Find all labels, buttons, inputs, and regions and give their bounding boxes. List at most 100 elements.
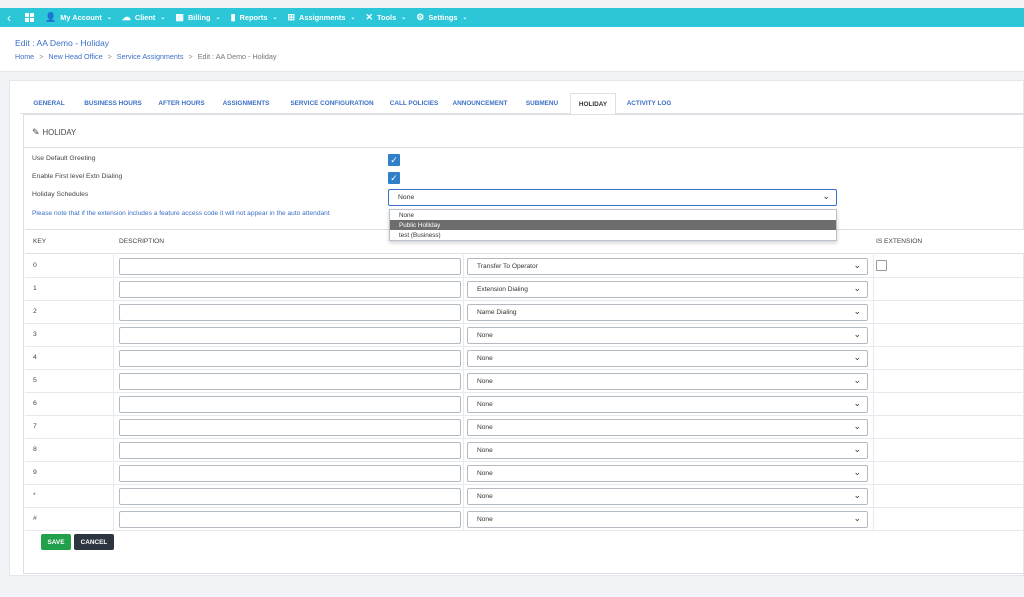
panel-title-text: HOLIDAY <box>42 128 77 137</box>
nav-settings[interactable]: ⚙ Settings ⌄ <box>411 8 472 27</box>
top-nav-bar: ‹ 👤 My Account ⌄ ☁ Client ⌄ ▦ Billing ⌄ ▮ Reports ⌄… <box>0 8 1024 27</box>
description-input[interactable] <box>119 442 461 459</box>
action-select[interactable]: None ⌄ <box>467 373 868 390</box>
chevron-down-icon: ⌄ <box>853 398 861 408</box>
gear-icon: ⚙ <box>416 12 425 22</box>
dropdown-option-public-holiday[interactable]: Public Holliday <box>390 220 836 230</box>
breadcrumb-separator: > <box>188 52 193 61</box>
table-row: 0 Transfer To Operator ⌄ <box>25 255 1024 278</box>
table-row: 1 Extension Dialing ⌄ <box>25 278 1024 301</box>
description-input[interactable] <box>119 465 461 482</box>
action-select-value: Transfer To Operator <box>477 263 538 270</box>
column-divider <box>873 370 874 393</box>
key-cell: 3 <box>33 331 37 338</box>
chevron-down-icon: ⌄ <box>853 490 861 500</box>
description-input[interactable] <box>119 511 461 528</box>
main-card: GENERAL BUSINESS HOURS AFTER HOURS ASSIG… <box>9 80 1024 576</box>
column-divider <box>113 278 114 301</box>
holiday-schedules-select[interactable]: None ⌄ <box>388 189 837 206</box>
tab-announcement[interactable]: ANNOUNCEMENT <box>448 93 512 114</box>
tab-general[interactable]: GENERAL <box>28 93 70 114</box>
action-select[interactable]: None ⌄ <box>467 327 868 344</box>
action-select[interactable]: None ⌄ <box>467 350 868 367</box>
dropdown-option-test-business[interactable]: test (Business) <box>390 230 836 240</box>
nav-my-account[interactable]: 👤 My Account ⌄ <box>40 8 117 27</box>
description-input[interactable] <box>119 488 461 505</box>
action-select-value: None <box>477 378 493 385</box>
chevron-left-icon[interactable]: ‹ <box>0 8 18 27</box>
action-select[interactable]: None ⌄ <box>467 465 868 482</box>
breadcrumb-service-assignments[interactable]: Service Assignments <box>117 52 184 61</box>
column-divider <box>113 301 114 324</box>
description-input[interactable] <box>119 258 461 275</box>
column-divider <box>463 393 464 416</box>
action-select-value: None <box>477 447 493 454</box>
description-input[interactable] <box>119 350 461 367</box>
description-input[interactable] <box>119 327 461 344</box>
nav-assignments[interactable]: ⊞ Assignments ⌄ <box>282 8 360 27</box>
chevron-down-icon: ⌄ <box>215 15 221 21</box>
table-row: 5 None ⌄ <box>25 370 1024 393</box>
nav-billing[interactable]: ▦ Billing ⌄ <box>170 8 225 27</box>
column-divider <box>873 301 874 324</box>
table-row: # None ⌄ <box>25 508 1024 531</box>
tab-after-hours[interactable]: AFTER HOURS <box>153 93 210 114</box>
column-divider <box>113 508 114 531</box>
tab-assignments[interactable]: ASSIGNMENTS <box>216 93 276 114</box>
tab-service-configuration[interactable]: SERVICE CONFIGURATION <box>282 93 382 114</box>
tab-call-policies[interactable]: CALL POLICIES <box>386 93 442 114</box>
nav-reports[interactable]: ▮ Reports ⌄ <box>226 8 283 27</box>
column-divider <box>463 508 464 531</box>
action-select-value: None <box>477 332 493 339</box>
action-select-value: None <box>477 493 493 500</box>
description-input[interactable] <box>119 304 461 321</box>
key-cell: 2 <box>33 308 37 315</box>
tab-holiday[interactable]: HOLIDAY <box>570 93 616 115</box>
action-select[interactable]: None ⌄ <box>467 488 868 505</box>
tab-business-hours[interactable]: BUSINESS HOURS <box>78 93 148 114</box>
nav-client[interactable]: ☁ Client ⌄ <box>117 8 171 27</box>
header-is-extension: IS EXTENSION <box>876 238 923 245</box>
action-select[interactable]: None ⌄ <box>467 419 868 436</box>
column-divider <box>873 485 874 508</box>
cancel-button[interactable]: CANCEL <box>74 534 114 550</box>
tab-activity-log[interactable]: ACTIVITY LOG <box>620 93 678 114</box>
key-cell: 5 <box>33 377 37 384</box>
description-input[interactable] <box>119 281 461 298</box>
wrench-icon: ✕ <box>365 12 374 22</box>
description-input[interactable] <box>119 396 461 413</box>
column-divider <box>463 462 464 485</box>
chevron-down-icon: ⌄ <box>853 421 861 431</box>
action-select[interactable]: None ⌄ <box>467 511 868 528</box>
breadcrumb-new-head-office[interactable]: New Head Office <box>48 52 102 61</box>
is-extension-checkbox[interactable] <box>876 260 887 271</box>
chevron-down-icon: ⌄ <box>401 15 407 21</box>
chevron-down-icon: ⌄ <box>853 306 861 316</box>
breadcrumb: Home > New Head Office > Service Assignm… <box>15 52 276 61</box>
tab-submenu[interactable]: SUBMENU <box>520 93 564 114</box>
save-button[interactable]: SAVE <box>41 534 71 550</box>
header-description: DESCRIPTION <box>119 238 165 245</box>
action-select[interactable]: None ⌄ <box>467 442 868 459</box>
first-level-extn-checkbox[interactable]: ✓ <box>388 172 400 184</box>
action-select-value: None <box>477 424 493 431</box>
column-divider <box>873 462 874 485</box>
column-divider <box>463 416 464 439</box>
action-select-value: None <box>477 516 493 523</box>
action-select[interactable]: Name Dialing ⌄ <box>467 304 868 321</box>
nav-label: Client <box>134 13 156 22</box>
breadcrumb-separator: > <box>39 52 44 61</box>
billing-icon: ▦ <box>175 12 184 22</box>
action-select[interactable]: None ⌄ <box>467 396 868 413</box>
panel-title: ✎ HOLIDAY <box>32 127 76 138</box>
description-input[interactable] <box>119 419 461 436</box>
description-input[interactable] <box>119 373 461 390</box>
action-select[interactable]: Extension Dialing ⌄ <box>467 281 868 298</box>
breadcrumb-home[interactable]: Home <box>15 52 34 61</box>
apps-grid-icon[interactable] <box>18 8 40 27</box>
nav-tools[interactable]: ✕ Tools ⌄ <box>360 8 411 27</box>
use-default-greeting-checkbox[interactable]: ✓ <box>388 154 400 166</box>
action-select[interactable]: Transfer To Operator ⌄ <box>467 258 868 275</box>
column-divider <box>873 278 874 301</box>
dropdown-option-none[interactable]: None <box>390 210 836 220</box>
